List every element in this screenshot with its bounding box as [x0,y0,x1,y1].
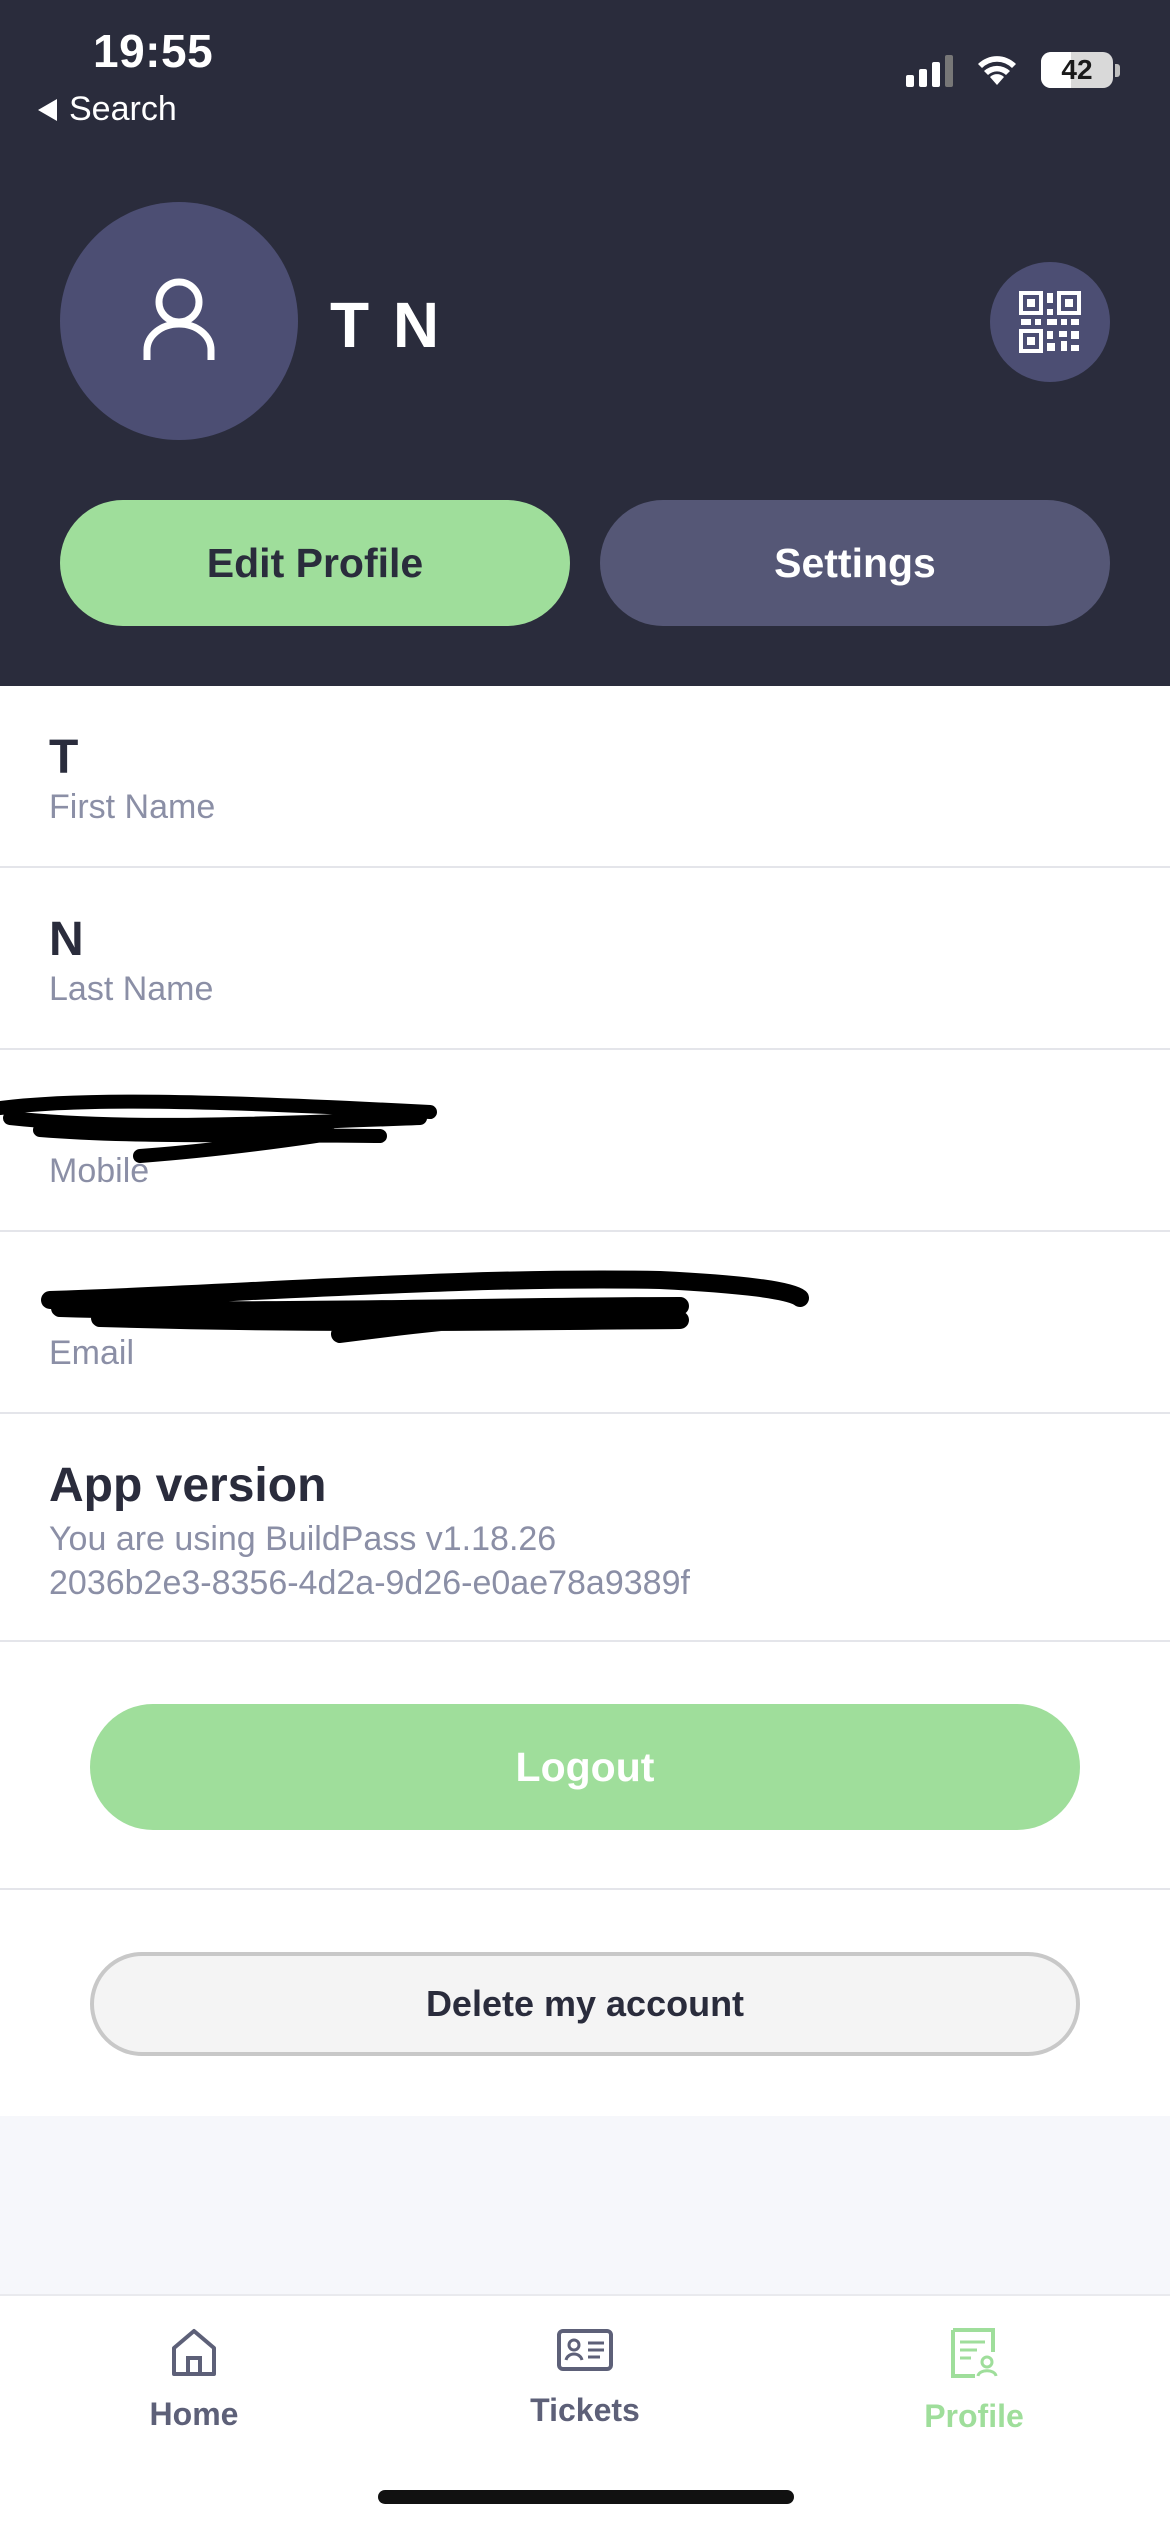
wifi-icon [975,53,1019,87]
status-indicators: 42 [906,52,1120,88]
edit-profile-button[interactable]: Edit Profile [60,500,570,626]
email-row[interactable]: Email [0,1232,1170,1414]
tab-tickets-label: Tickets [530,2392,640,2428]
app-build-id: 2036b2e3-8356-4d2a-9d26-e0ae78a9389f [49,1564,690,1602]
first-name-label: First Name [49,788,216,826]
profile-name: T N [330,289,443,361]
first-name-row[interactable]: T First Name [0,686,1170,868]
qr-code-icon [1019,291,1081,353]
back-arrow-icon [38,98,57,121]
tab-home-label: Home [149,2396,239,2432]
app-version-line: You are using BuildPass v1.18.26 [49,1520,557,1558]
delete-account-button[interactable]: Delete my account [90,1952,1080,2056]
redaction-scribble [41,1270,809,1343]
profile-details: T First Name N Last Name Mobile Email Ap… [0,686,1170,2116]
profile-screen: 19:55 Search 42 T N Edit Profile Setting… [0,0,1170,2532]
divider [0,1888,1170,1890]
home-icon [172,2329,216,2376]
battery-percent: 42 [1061,54,1093,85]
first-name-value: T [49,731,79,784]
qr-code-button[interactable] [990,262,1110,382]
back-to-search-link[interactable]: Search [38,90,177,129]
app-version-title: App version [49,1459,327,1512]
last-name-label: Last Name [49,970,214,1008]
back-label: Search [69,90,177,128]
logout-button[interactable]: Logout [90,1704,1080,1830]
user-icon [143,278,215,360]
cellular-signal-icon [906,53,953,87]
tab-profile[interactable]: Profile [854,2326,1094,2435]
tab-profile-label: Profile [924,2398,1024,2434]
battery-indicator: 42 [1041,52,1120,88]
profile-document-icon [951,2328,998,2378]
tab-home[interactable]: Home [74,2326,314,2433]
mobile-row[interactable]: Mobile [0,1050,1170,1232]
tab-tickets[interactable]: Tickets [465,2326,705,2429]
redaction-scribble [0,1094,437,1163]
app-version-row: App version You are using BuildPass v1.1… [0,1414,1170,1642]
avatar[interactable] [60,202,298,440]
ticket-card-icon [557,2329,613,2371]
profile-header: 19:55 Search 42 T N Edit Profile Setting… [0,0,1170,686]
status-time: 19:55 [93,25,214,77]
last-name-value: N [49,913,84,966]
home-indicator [378,2490,794,2504]
settings-button[interactable]: Settings [600,500,1110,626]
last-name-row[interactable]: N Last Name [0,868,1170,1050]
battery-icon: 42 [1041,52,1113,88]
